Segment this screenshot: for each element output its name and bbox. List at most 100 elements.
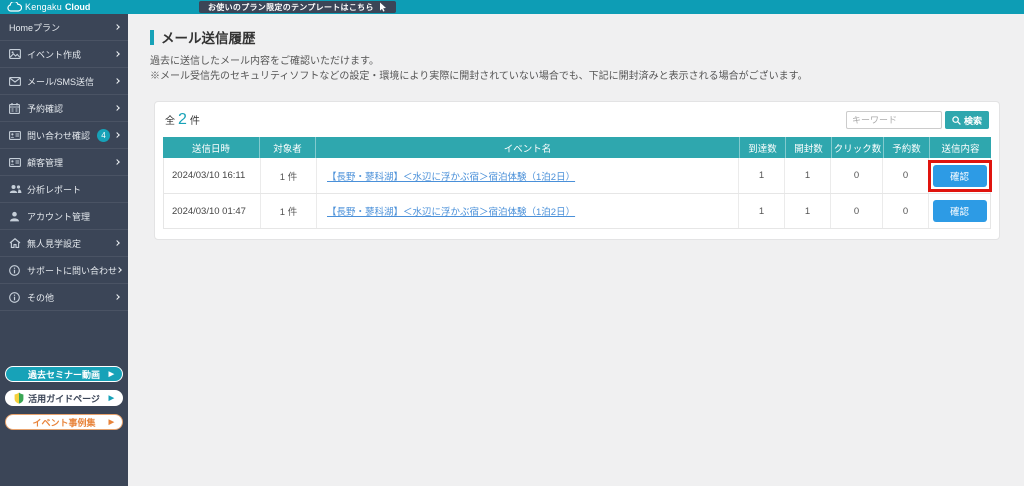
play-arrow-icon: ▶ <box>108 371 114 378</box>
sidebar-item[interactable]: アカウント管理 <box>0 203 128 230</box>
card-toolbar: 全 2 件 検索 <box>163 109 991 131</box>
banner-label: お使いのプラン限定のテンプレートはこちら <box>208 2 374 12</box>
confirm-button[interactable]: 確認 <box>932 164 987 187</box>
sidebar-footer: 過去セミナー動画 ▶ 活用ガイドページ ▶ イベント事例集 ▶ <box>5 366 123 430</box>
id-card-icon <box>9 130 22 140</box>
column-header: クリック数 <box>831 137 883 158</box>
mail-history-table: 送信日時 対象者 イベント名 到達数 開封数 クリック数 予約数 送信内容 20… <box>163 137 992 229</box>
chevron-right-icon <box>116 267 122 273</box>
users-icon <box>9 184 22 194</box>
notification-badge: 4 <box>97 128 110 142</box>
sidebar-footer-button-label: イベント事例集 <box>32 417 96 428</box>
confirm-button[interactable]: 確認 <box>932 200 987 222</box>
chevron-right-icon <box>114 240 120 246</box>
logo-text-kengaku: Kengaku <box>25 2 62 12</box>
column-header: 対象者 <box>259 137 315 158</box>
search-icon <box>952 115 961 125</box>
cell-click-count: 0 <box>830 158 882 193</box>
sidebar-item[interactable]: 分析レポート <box>0 176 128 203</box>
column-header: イベント名 <box>315 137 739 158</box>
cell-target-count: 1 件 <box>260 158 316 193</box>
table-body: 2024/03/10 16:11 1 件 【長野・蓼科湖】＜水辺に浮かぶ宿＞宿泊… <box>163 158 992 229</box>
search-input[interactable] <box>845 111 942 129</box>
count-value: 2 <box>178 111 187 128</box>
cell-click-count: 0 <box>830 194 882 228</box>
cell-event-name: 【長野・蓼科湖】＜水辺に浮かぶ宿＞宿泊体験（1泊2日） <box>316 194 738 228</box>
chevron-right-icon <box>114 105 120 111</box>
chevron-right-icon <box>114 51 120 57</box>
table-row: 2024/03/10 01:47 1 件 【長野・蓼科湖】＜水辺に浮かぶ宿＞宿泊… <box>164 193 990 228</box>
chevron-right-icon <box>114 78 120 84</box>
sidebar-item[interactable]: サポートに問い合わせ <box>0 257 128 284</box>
sidebar-footer-button[interactable]: 活用ガイドページ ▶ <box>5 390 123 406</box>
event-name-link[interactable]: 【長野・蓼科湖】＜水辺に浮かぶ宿＞宿泊体験（1泊2日） <box>327 169 575 183</box>
cell-action: 確認 <box>928 194 990 228</box>
column-header: 予約数 <box>883 137 929 158</box>
mail-icon <box>9 76 22 86</box>
cell-reservation-count: 0 <box>882 158 928 193</box>
event-name-link[interactable]: 【長野・蓼科湖】＜水辺に浮かぶ宿＞宿泊体験（1泊2日） <box>327 204 575 218</box>
table-row: 2024/03/10 16:11 1 件 【長野・蓼科湖】＜水辺に浮かぶ宿＞宿泊… <box>164 158 992 193</box>
sidebar-item-label: アカウント管理 <box>27 211 91 222</box>
mail-history-card: 全 2 件 検索 送信日時 対象者 <box>154 101 1000 240</box>
main-content: メール送信履歴 過去に送信したメール内容をご確認いただけます。 ※メール受信先の… <box>128 14 1024 486</box>
sidebar-item-label: 問い合わせ確認 <box>27 130 91 141</box>
image-icon <box>9 49 22 59</box>
cell-sent-datetime: 2024/03/10 01:47 <box>172 205 246 217</box>
confirm-button-wrap: 確認 <box>927 159 992 192</box>
sidebar-item[interactable]: 顧客管理 <box>0 149 128 176</box>
description-line-2: ※メール受信先のセキュリティソフトなどの設定・環境により実際に開封されていない場… <box>150 71 808 82</box>
cell-sent-datetime: 2024/03/10 16:11 <box>172 170 246 181</box>
user-icon <box>9 211 22 222</box>
brand-logo[interactable]: Kengaku Cloud <box>7 2 90 12</box>
sidebar-footer-button-label: 活用ガイドページ <box>28 393 100 404</box>
sidebar-item-label: 無人見学設定 <box>27 238 82 249</box>
chevron-right-icon <box>114 24 120 30</box>
cell-delivered-count: 1 <box>738 158 784 193</box>
sidebar-footer-button[interactable]: 過去セミナー動画 ▶ <box>5 366 123 382</box>
plan-template-banner-button[interactable]: お使いのプラン限定のテンプレートはこちら <box>199 1 396 13</box>
play-arrow-icon: ▶ <box>108 395 114 402</box>
sidebar-nav: Homeプラン イベント作成 メール/SMS送信 予約確認 問い合わせ確認 4 … <box>0 14 128 311</box>
table-header-row: 送信日時 対象者 イベント名 到達数 開封数 クリック数 予約数 送信内容 <box>163 137 991 158</box>
column-header: 送信内容 <box>929 137 991 158</box>
search-button-label: 検索 <box>963 115 982 126</box>
sidebar-item-label: Homeプラン <box>9 22 61 33</box>
cursor-icon <box>379 2 387 12</box>
sidebar-item[interactable]: Homeプラン <box>0 14 128 41</box>
id-card-icon <box>9 157 22 167</box>
column-header: 送信日時 <box>191 143 230 155</box>
play-arrow-icon: ▶ <box>108 419 114 426</box>
sidebar-item[interactable]: イベント作成 <box>0 41 128 68</box>
cell-target-count: 1 件 <box>260 194 316 228</box>
page-title: メール送信履歴 <box>161 31 256 46</box>
chevron-right-icon <box>114 294 120 300</box>
info-icon <box>9 291 22 303</box>
chevron-right-icon <box>114 159 120 165</box>
description-line-1: 過去に送信したメール内容をご確認いただけます。 <box>150 56 379 67</box>
sidebar-item[interactable]: 問い合わせ確認 4 <box>0 122 128 149</box>
sidebar-item-label: イベント作成 <box>27 49 82 60</box>
cell-delivered-count: 1 <box>738 194 784 228</box>
total-count: 全 2 件 <box>165 111 200 129</box>
cell-opened-count: 1 <box>784 194 830 228</box>
sidebar-item[interactable]: 無人見学設定 <box>0 230 128 257</box>
logo-text-cloud: Cloud <box>64 2 91 12</box>
cell-action: 確認 <box>927 158 992 193</box>
sidebar-item[interactable]: メール/SMS送信 <box>0 68 128 95</box>
search-button[interactable]: 検索 <box>944 111 989 129</box>
page-description: 過去に送信したメール内容をご確認いただけます。 ※メール受信先のセキュリティソフ… <box>150 54 1024 84</box>
sidebar-item[interactable]: 予約確認 <box>0 95 128 122</box>
sidebar-item-label: 分析レポート <box>27 184 82 195</box>
sidebar-item-label: 顧客管理 <box>27 157 64 168</box>
info-icon <box>9 264 22 276</box>
column-header: 開封数 <box>785 137 831 158</box>
sidebar-item[interactable]: その他 <box>0 284 128 311</box>
cell-opened-count: 1 <box>784 158 830 193</box>
sidebar-item-label: 予約確認 <box>27 103 64 114</box>
sidebar: Homeプラン イベント作成 メール/SMS送信 予約確認 問い合わせ確認 4 … <box>0 14 128 486</box>
top-header-bar: Kengaku Cloud お使いのプラン限定のテンプレートはこちら <box>0 0 1024 14</box>
column-header: 到達数 <box>739 137 785 158</box>
chevron-right-icon <box>114 132 120 138</box>
sidebar-footer-button[interactable]: イベント事例集 ▶ <box>5 414 123 430</box>
